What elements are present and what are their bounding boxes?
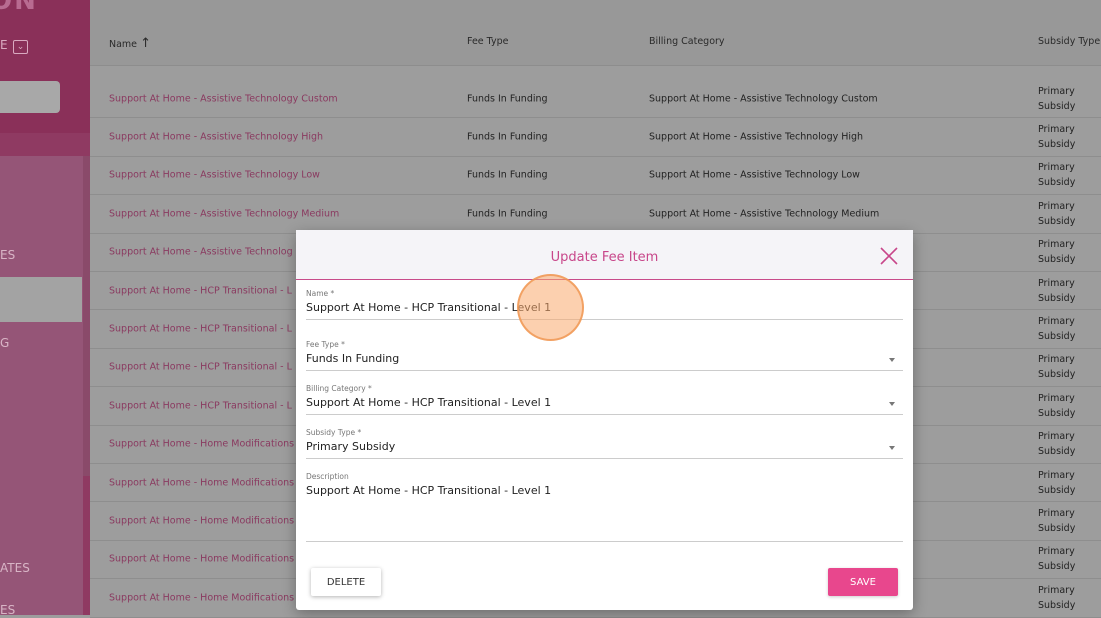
dropdown-caret-icon[interactable] xyxy=(889,446,895,450)
cell-fee-type: Funds In Funding xyxy=(467,169,548,181)
column-header-billing-category[interactable]: Billing Category xyxy=(649,36,725,47)
cell-name[interactable]: Support At Home - HCP Transitional - L xyxy=(109,400,292,411)
cell-subsidy-type: Primary Subsidy xyxy=(1038,392,1076,419)
sort-ascending-icon[interactable]: ↑ xyxy=(140,36,151,51)
fee-type-label: Fee Type * xyxy=(306,340,345,349)
cell-billing-category: Support At Home - Assistive Technology M… xyxy=(649,208,880,220)
cell-subsidy-type: Primary Subsidy xyxy=(1038,431,1076,458)
cell-billing-category: Support At Home - Assistive Technology L… xyxy=(649,169,860,181)
dialog-title: Update Fee Item xyxy=(550,250,659,265)
cell-subsidy-type: Primary Subsidy xyxy=(1038,316,1076,343)
cell-name[interactable]: Support At Home - Assistive Technology M… xyxy=(109,208,339,219)
delete-button[interactable]: DELETE xyxy=(311,568,381,596)
cell-subsidy-type: Primary Subsidy xyxy=(1038,239,1076,266)
table-row[interactable]: Support At Home - Assistive Technology C… xyxy=(90,80,1101,119)
table-row[interactable]: Support At Home - Assistive Technology M… xyxy=(90,195,1101,234)
dropdown-caret-icon[interactable] xyxy=(889,358,895,362)
cell-subsidy-type: Primary Subsidy xyxy=(1038,546,1076,573)
cell-fee-type: Funds In Funding xyxy=(467,208,548,220)
header-label: Name xyxy=(109,39,138,50)
logo: ON xyxy=(0,0,38,16)
fee-type-value[interactable]: Funds In Funding xyxy=(306,352,903,370)
cell-name[interactable]: Support At Home - HCP Transitional - L xyxy=(109,324,292,335)
table-row[interactable]: Support At Home - Assistive Technology L… xyxy=(90,157,1101,196)
update-fee-item-dialog: Update Fee Item Name * Support At Home -… xyxy=(296,230,913,610)
cell-name[interactable]: Support At Home - Assistive Technolog xyxy=(109,247,293,258)
close-icon[interactable] xyxy=(879,246,899,266)
subsidy-type-label: Subsidy Type * xyxy=(306,428,362,437)
cell-subsidy-type: Primary Subsidy xyxy=(1038,124,1076,151)
cell-subsidy-type: Primary Subsidy xyxy=(1038,85,1076,112)
column-header-subsidy-type[interactable]: Subsidy Type xyxy=(1038,36,1100,47)
sidebar-header: ON E ⌄ ? xyxy=(0,0,90,133)
cell-subsidy-type: Primary Subsidy xyxy=(1038,469,1076,496)
description-field[interactable]: Description Support At Home - HCP Transi… xyxy=(306,472,903,542)
cell-billing-category: Support At Home - Assistive Technology C… xyxy=(649,93,878,105)
column-header-name[interactable]: Name ↑ xyxy=(109,36,151,51)
name-input[interactable]: Support At Home - HCP Transitional - Lev… xyxy=(306,301,903,319)
fee-type-select[interactable]: Fee Type * Funds In Funding xyxy=(306,340,903,371)
cell-name[interactable]: Support At Home - HCP Transitional - L xyxy=(109,362,292,373)
cell-name[interactable]: Support At Home - Home Modifications xyxy=(109,439,294,450)
sidebar-item[interactable]: ES xyxy=(0,248,15,262)
chevron-down-icon[interactable]: ⌄ xyxy=(13,40,28,54)
billing-category-label: Billing Category * xyxy=(306,384,372,393)
cell-name[interactable]: Support At Home - HCP Transitional - L xyxy=(109,285,292,296)
cell-subsidy-type: Primary Subsidy xyxy=(1038,584,1076,611)
dialog-header: Update Fee Item xyxy=(296,230,913,280)
cell-name[interactable]: Support At Home - Assistive Technology L… xyxy=(109,170,320,181)
sidebar-search-input[interactable]: ? xyxy=(0,81,60,113)
cell-name[interactable]: Support At Home - Home Modifications xyxy=(109,477,294,488)
sidebar-item[interactable]: ATES xyxy=(0,561,30,575)
cell-subsidy-type: Primary Subsidy xyxy=(1038,162,1076,189)
table-header: Name ↑ Fee Type Billing Category Subsidy… xyxy=(90,0,1101,66)
cell-subsidy-type: Primary Subsidy xyxy=(1038,508,1076,535)
name-field[interactable]: Name * Support At Home - HCP Transitiona… xyxy=(306,289,903,320)
table-row[interactable]: Support At Home - Assistive Technology H… xyxy=(90,118,1101,157)
org-selector-label[interactable]: E xyxy=(0,38,8,52)
cell-name[interactable]: Support At Home - Home Modifications xyxy=(109,554,294,565)
subsidy-type-value[interactable]: Primary Subsidy xyxy=(306,440,903,458)
sidebar-item[interactable]: G xyxy=(0,336,9,350)
name-label: Name * xyxy=(306,289,335,298)
billing-category-select[interactable]: Billing Category * Support At Home - HCP… xyxy=(306,384,903,415)
cell-subsidy-type: Primary Subsidy xyxy=(1038,200,1076,227)
dropdown-caret-icon[interactable] xyxy=(889,402,895,406)
cell-name[interactable]: Support At Home - Home Modifications xyxy=(109,516,294,527)
cell-fee-type: Funds In Funding xyxy=(467,93,548,105)
subsidy-type-select[interactable]: Subsidy Type * Primary Subsidy xyxy=(306,428,903,459)
cell-name[interactable]: Support At Home - Home Modifications xyxy=(109,592,294,603)
cell-subsidy-type: Primary Subsidy xyxy=(1038,354,1076,381)
cell-name[interactable]: Support At Home - Assistive Technology C… xyxy=(109,93,338,104)
sidebar: ON E ⌄ ? ES G ATES ES xyxy=(0,0,90,617)
column-header-fee-type[interactable]: Fee Type xyxy=(467,36,508,47)
billing-category-value[interactable]: Support At Home - HCP Transitional - Lev… xyxy=(306,396,903,414)
description-label: Description xyxy=(306,472,349,481)
cell-subsidy-type: Primary Subsidy xyxy=(1038,277,1076,304)
sidebar-scrollbar[interactable] xyxy=(83,156,90,476)
save-button[interactable]: SAVE xyxy=(828,568,898,596)
description-textarea[interactable]: Support At Home - HCP Transitional - Lev… xyxy=(306,484,903,502)
cell-fee-type: Funds In Funding xyxy=(467,131,548,143)
sidebar-item-active[interactable] xyxy=(0,277,82,322)
cell-name[interactable]: Support At Home - Assistive Technology H… xyxy=(109,132,323,143)
click-indicator xyxy=(517,274,584,341)
cell-billing-category: Support At Home - Assistive Technology H… xyxy=(649,131,864,143)
sidebar-menu xyxy=(0,156,83,615)
